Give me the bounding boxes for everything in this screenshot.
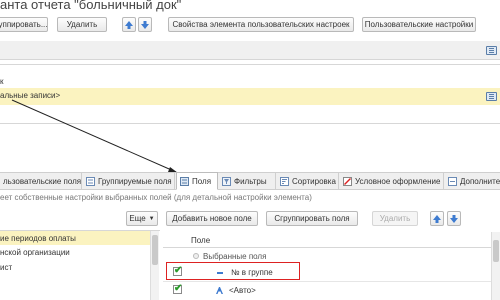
fields-info-text: еет собственные настройки выбранных поле…	[0, 193, 312, 202]
more-button[interactable]: Еще ▼	[126, 211, 158, 226]
column-header-label: Поле	[191, 236, 211, 245]
tab-label: Дополните	[460, 176, 500, 186]
grouped-fields-icon	[86, 176, 95, 186]
available-fields-list[interactable]: ие периодов оплаты нской организации ист	[0, 230, 160, 300]
tab-label: Поля	[192, 176, 212, 186]
list-item[interactable]: ✔ <Авто>	[163, 282, 500, 298]
tab-fields[interactable]: Поля	[176, 172, 218, 190]
additional-icon	[448, 176, 457, 186]
tab-label: Условное оформление	[355, 176, 441, 186]
tab-filters[interactable]: Фильтры	[219, 173, 276, 189]
tab-user-fields[interactable]: льзовательские поля	[0, 173, 82, 189]
field-down-button[interactable]	[447, 211, 461, 226]
list-item[interactable]: ие периодов оплаты	[0, 231, 150, 245]
list-item[interactable]: ист	[0, 261, 150, 275]
folder-icon	[193, 253, 199, 259]
tab-grouped-fields[interactable]: Группируемые поля	[83, 173, 175, 189]
field-up-button[interactable]	[430, 211, 444, 226]
more-button-label: Еще	[129, 214, 146, 223]
tab-conditional-format[interactable]: Условное оформление	[340, 173, 444, 189]
scrollbar-thumb[interactable]	[152, 235, 158, 265]
tab-label: Группируемые поля	[98, 176, 172, 186]
checkmark-icon: ✔	[174, 283, 183, 294]
add-field-button[interactable]: Добавить новое поле	[166, 211, 258, 226]
list-item-label: ие периодов оплаты	[0, 234, 76, 243]
tab-label: Фильтры	[234, 176, 267, 186]
sort-icon	[280, 176, 289, 186]
tab-sort[interactable]: Сортировка	[277, 173, 339, 189]
tab-label: Сортировка	[292, 176, 336, 186]
highlight-box	[166, 262, 300, 280]
fields-column-header: Поле	[163, 232, 500, 248]
group-fields-button[interactable]: Сгруппировать поля	[266, 211, 358, 226]
tab-additional[interactable]: Дополните	[445, 173, 500, 189]
right-scrollbar[interactable]	[491, 232, 500, 300]
filter-icon	[222, 176, 231, 186]
arrow-up-icon	[433, 215, 441, 223]
scrollbar-thumb[interactable]	[493, 240, 499, 262]
field-checkbox[interactable]: ✔	[173, 283, 183, 294]
list-item-label: нской организации	[0, 248, 70, 257]
chevron-down-icon: ▼	[148, 215, 155, 222]
list-item-label: ист	[0, 263, 13, 272]
conditional-format-icon	[343, 176, 352, 186]
fields-icon	[180, 176, 189, 186]
tab-label: льзовательские поля	[3, 176, 82, 186]
left-scrollbar[interactable]	[150, 231, 159, 300]
list-item[interactable]: нской организации	[0, 246, 150, 260]
list-item-label: Выбранные поля	[203, 252, 267, 261]
list-item-label: <Авто>	[229, 286, 256, 295]
delete-field-button[interactable]: Удалить	[372, 211, 418, 226]
auto-icon	[216, 287, 223, 294]
row-divider	[163, 281, 500, 282]
arrow-down-icon	[450, 215, 458, 223]
